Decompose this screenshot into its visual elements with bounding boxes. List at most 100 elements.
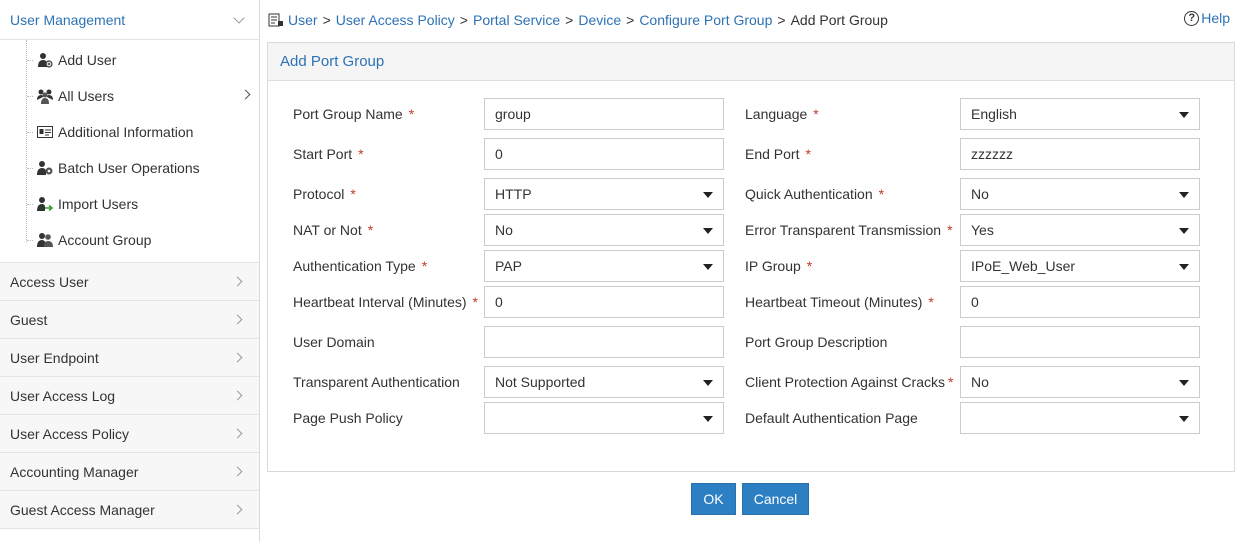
user-domain-label: User Domain [293, 334, 375, 350]
sidebar-item-user-access-policy[interactable]: User Access Policy [0, 415, 259, 453]
breadcrumb-link-user[interactable]: User [288, 12, 318, 28]
sidebar-item-batch-user-operations[interactable]: Batch User Operations [0, 150, 259, 186]
chevron-right-icon [232, 390, 243, 401]
form-row: Page Push Policy Default Authentication … [268, 402, 1236, 434]
start-port-label: Start Port * [293, 146, 364, 162]
breadcrumb-link-device[interactable]: Device [578, 12, 621, 28]
page-push-policy-label: Page Push Policy [293, 410, 403, 426]
breadcrumb-link-user-access-policy[interactable]: User Access Policy [336, 12, 455, 28]
account-group-icon [36, 231, 54, 249]
form-row: Start Port * 0 End Port * zzzzzz [268, 138, 1236, 170]
heartbeat-timeout-label: Heartbeat Timeout (Minutes) * [745, 294, 934, 310]
cancel-button[interactable]: Cancel [742, 483, 809, 515]
sidebar-item-guest[interactable]: Guest [0, 301, 259, 339]
breadcrumb-link-configure-port-group[interactable]: Configure Port Group [639, 12, 772, 28]
form-row: Transparent Authentication Not Supported… [268, 366, 1236, 398]
all-users-icon [36, 87, 54, 105]
quick-authentication-select[interactable]: No [960, 178, 1200, 210]
protocol-label: Protocol * [293, 186, 356, 202]
sidebar-item-label: User Access Policy [10, 425, 130, 442]
sidebar-item-accounting-manager[interactable]: Accounting Manager [0, 453, 259, 491]
sidebar-item-label: Access User [10, 273, 89, 290]
sidebar-item-label: Add User [58, 52, 117, 68]
client-protection-label: Client Protection Against Cracks * [745, 374, 954, 390]
sidebar-item-user-endpoint[interactable]: User Endpoint [0, 339, 259, 377]
chevron-right-icon [232, 314, 243, 325]
chevron-right-icon [232, 504, 243, 515]
sidebar-item-guest-access-manager[interactable]: Guest Access Manager [0, 491, 259, 529]
sidebar-item-label: Additional Information [58, 124, 194, 140]
help-icon: ? [1184, 10, 1200, 26]
sidebar-item-access-user[interactable]: Access User [0, 263, 259, 301]
heartbeat-interval-input[interactable]: 0 [484, 286, 724, 318]
chevron-right-icon [232, 276, 243, 287]
form-row: Protocol * HTTP Quick Authentication * No [268, 178, 1236, 210]
sidebar-item-label: User Access Log [10, 387, 116, 404]
sidebar-item-label: All Users [58, 88, 115, 104]
breadcrumb-current: Add Port Group [790, 12, 888, 28]
form-row: Heartbeat Interval (Minutes) * 0 Heartbea… [268, 286, 1236, 318]
sidebar-item-add-user[interactable]: Add User [0, 42, 259, 78]
chevron-right-icon [232, 466, 243, 477]
default-authentication-page-select[interactable] [960, 402, 1200, 434]
error-transparent-transmission-select[interactable]: Yes [960, 214, 1200, 246]
breadcrumb-separator: > [322, 12, 331, 28]
end-port-input[interactable]: zzzzzz [960, 138, 1200, 170]
sidebar-item-import-users[interactable]: Import Users [0, 186, 259, 222]
nat-label: NAT or Not * [293, 222, 374, 238]
sidebar-item-label: Import Users [58, 196, 139, 212]
sidebar-item-label: Batch User Operations [58, 160, 200, 176]
transparent-authentication-label: Transparent Authentication [293, 374, 460, 390]
ok-button[interactable]: OK [691, 483, 736, 515]
chevron-right-icon [232, 352, 243, 363]
form-row: Authentication Type * PAP IP Group * IPoE_… [268, 250, 1236, 282]
sidebar-item-label: Guest [10, 311, 48, 328]
ip-group-label: IP Group * [745, 258, 813, 274]
port-group-description-label: Port Group Description [745, 334, 888, 350]
form-row: User Domain Port Group Description [268, 326, 1236, 358]
sidebar-item-label: User Endpoint [10, 349, 99, 366]
protocol-select[interactable]: HTTP [484, 178, 724, 210]
sidebar-item-account-group[interactable]: Account Group [0, 222, 259, 258]
chevron-right-icon [240, 89, 251, 100]
error-transparent-transmission-label: Error Transparent Transmission * [745, 222, 953, 238]
user-domain-input[interactable] [484, 326, 724, 358]
port-group-description-input[interactable] [960, 326, 1200, 358]
page-push-policy-select[interactable] [484, 402, 724, 434]
chevron-right-icon [232, 428, 243, 439]
default-authentication-page-label: Default Authentication Page [745, 410, 918, 426]
sidebar: User Management Add User All Users Addit… [0, 0, 260, 542]
port-group-name-label: Port Group Name * [293, 106, 415, 122]
heartbeat-timeout-input[interactable]: 0 [960, 286, 1200, 318]
client-protection-select[interactable]: No [960, 366, 1200, 398]
add-user-icon [36, 51, 54, 69]
sidebar-item-user-access-log[interactable]: User Access Log [0, 377, 259, 415]
breadcrumb-separator: > [626, 12, 635, 28]
start-port-input[interactable]: 0 [484, 138, 724, 170]
ip-group-select[interactable]: IPoE_Web_User [960, 250, 1200, 282]
breadcrumb-home-icon [268, 12, 284, 28]
chevron-down-icon [233, 11, 245, 24]
language-label: Language * [745, 106, 819, 122]
breadcrumb-link-portal-service[interactable]: Portal Service [473, 12, 560, 28]
sidebar-item-additional-information[interactable]: Additional Information [0, 114, 259, 150]
breadcrumb-separator: > [459, 12, 468, 28]
breadcrumb-separator: > [565, 12, 574, 28]
sidebar-header-label: User Management [10, 11, 126, 28]
help-link[interactable]: ? Help [1184, 10, 1230, 26]
form-row: NAT or Not * No Error Transparent Transmi… [268, 214, 1236, 246]
nat-select[interactable]: No [484, 214, 724, 246]
import-users-icon [36, 195, 54, 213]
sidebar-item-label: Accounting Manager [10, 463, 139, 480]
help-label: Help [1201, 10, 1230, 26]
sidebar-item-all-users[interactable]: All Users [0, 78, 259, 114]
sidebar-item-label: Account Group [58, 232, 152, 248]
sidebar-header-user-management[interactable]: User Management [0, 0, 259, 40]
authentication-type-label: Authentication Type * [293, 258, 428, 274]
language-select[interactable]: English [960, 98, 1200, 130]
sidebar-sub-list: Add User All Users Additional Informatio… [0, 40, 259, 263]
authentication-type-select[interactable]: PAP [484, 250, 724, 282]
transparent-authentication-select[interactable]: Not Supported [484, 366, 724, 398]
port-group-name-input[interactable]: group [484, 98, 724, 130]
sidebar-item-label: Guest Access Manager [10, 501, 155, 518]
